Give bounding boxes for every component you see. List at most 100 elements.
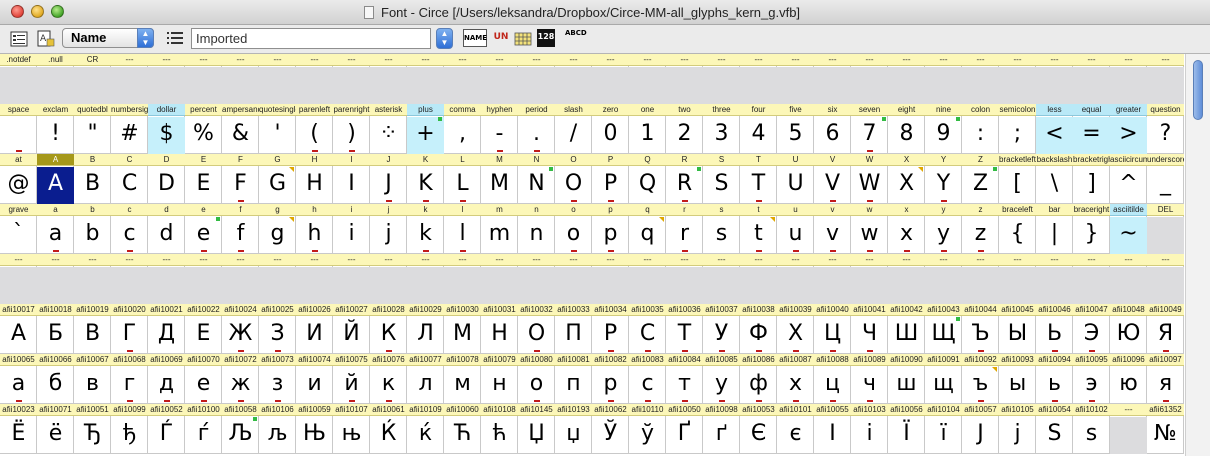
glyph-cell[interactable]: afii10059 Њ: [296, 404, 333, 454]
glyph-cell[interactable]: ll: [444, 204, 481, 254]
glyph-cell[interactable]: afii10019 В: [74, 304, 111, 354]
glyph-cell[interactable]: afii10103 і: [851, 404, 888, 454]
glyph-cell[interactable]: afii10086 ф: [740, 354, 777, 404]
glyph-cell[interactable]: afii10060 Ћ: [444, 404, 481, 454]
glyph-cell[interactable]: afii10106 љ: [259, 404, 296, 454]
glyph-cell[interactable]: afii10035 С: [629, 304, 666, 354]
glyph-cell[interactable]: ---: [740, 54, 777, 104]
glyph-cell[interactable]: asciitilde ~: [1110, 204, 1147, 254]
glyph-cell[interactable]: slash /: [555, 104, 592, 154]
glyph-cell[interactable]: ---: [851, 254, 888, 304]
glyph-cell[interactable]: colon:: [962, 104, 999, 154]
glyph-cell[interactable]: afii10076 к: [370, 354, 407, 404]
glyph-cell[interactable]: ---: [259, 54, 296, 104]
glyph-cell[interactable]: TT: [740, 154, 777, 204]
glyph-cell[interactable]: ---: [111, 54, 148, 104]
glyph-cell[interactable]: ---: [518, 54, 555, 104]
glyph-cell[interactable]: ---: [481, 254, 518, 304]
glyph-cell[interactable]: ---: [592, 54, 629, 104]
glyph-cell[interactable]: ---: [888, 54, 925, 104]
glyph-cell[interactable]: afii10077 л: [407, 354, 444, 404]
glyph-cell[interactable]: UU: [777, 154, 814, 204]
glyph-cell[interactable]: afii10061 Ќ: [370, 404, 407, 454]
glyph-cell[interactable]: exclam!: [37, 104, 74, 154]
view-index-button[interactable]: 128: [537, 29, 555, 47]
glyph-cell[interactable]: hyphen -: [481, 104, 518, 154]
glyph-cell[interactable]: afii10024 Ж: [222, 304, 259, 354]
glyph-cell[interactable]: afii10101 є: [777, 404, 814, 454]
glyph-cell[interactable]: ---: [777, 254, 814, 304]
glyph-cell[interactable]: ---: [74, 254, 111, 304]
glyph-cell[interactable]: ---: [703, 54, 740, 104]
glyph-cell[interactable]: backslash \: [1036, 154, 1073, 204]
glyph-cell[interactable]: oo: [555, 204, 592, 254]
zoom-window-button[interactable]: [51, 5, 64, 18]
glyph-cell[interactable]: underscore _: [1147, 154, 1184, 204]
glyph-cell[interactable]: MM: [481, 154, 518, 204]
glyph-cell[interactable]: ---: [296, 54, 333, 104]
glyph-cell[interactable]: afii10098 ґ: [703, 404, 740, 454]
glyph-cell[interactable]: ---: [444, 54, 481, 104]
pattern-select-stepper[interactable]: ▲ ▼: [436, 28, 453, 49]
glyph-cell[interactable]: ---: [1110, 254, 1147, 304]
glyph-cell[interactable]: ---: [555, 254, 592, 304]
glyph-cell[interactable]: ---: [481, 54, 518, 104]
glyph-cell[interactable]: ii: [333, 204, 370, 254]
glyph-cell[interactable]: ---: [1110, 54, 1147, 104]
glyph-cell[interactable]: eight 8: [888, 104, 925, 154]
glyph-cell[interactable]: afii10102 ѕ: [1073, 404, 1110, 454]
glyph-cell[interactable]: afii10029 Л: [407, 304, 444, 354]
glyph-cell[interactable]: gg: [259, 204, 296, 254]
glyph-cell[interactable]: ---: [1147, 254, 1184, 304]
view-unicode-button[interactable]: UN: [491, 29, 511, 47]
glyph-cell[interactable]: ---: [629, 254, 666, 304]
glyph-cell[interactable]: bar |: [1036, 204, 1073, 254]
glyph-cell[interactable]: greater >: [1110, 104, 1147, 154]
glyph-cell[interactable]: nine 9: [925, 104, 962, 154]
glyph-cell[interactable]: afii10069 д: [148, 354, 185, 404]
glyph-cell[interactable]: ---: [222, 54, 259, 104]
glyph-cell[interactable]: ---: [185, 54, 222, 104]
glyph-cell[interactable]: afii10039 Х: [777, 304, 814, 354]
close-window-button[interactable]: [11, 5, 24, 18]
glyph-cell[interactable]: question?: [1147, 104, 1184, 154]
glyph-cell[interactable]: qq: [629, 204, 666, 254]
glyph-cell[interactable]: afii10053 Є: [740, 404, 777, 454]
glyph-cell[interactable]: afii10043 Щ: [925, 304, 962, 354]
glyph-cell[interactable]: ---: [1036, 254, 1073, 304]
glyph-cell[interactable]: BB: [74, 154, 111, 204]
glyph-cell[interactable]: afii10025 З: [259, 304, 296, 354]
glyph-cell[interactable]: ---: [925, 54, 962, 104]
glyph-cell[interactable]: semicolon;: [999, 104, 1036, 154]
glyph-cell[interactable]: afii10099 ђ: [111, 404, 148, 454]
glyph-cell[interactable]: jj: [370, 204, 407, 254]
glyph-cell[interactable]: afii10089 ч: [851, 354, 888, 404]
glyph-cell[interactable]: one 1: [629, 104, 666, 154]
glyph-cell[interactable]: ---: [555, 54, 592, 104]
glyph-cell[interactable]: ---: [592, 254, 629, 304]
glyph-cell[interactable]: afii10109 ќ: [407, 404, 444, 454]
glyph-cell[interactable]: zero 0: [592, 104, 629, 154]
glyph-cell[interactable]: parenleft (: [296, 104, 333, 154]
glyph-cell[interactable]: ---: [629, 54, 666, 104]
glyph-cell[interactable]: cc: [111, 204, 148, 254]
glyph-cell[interactable]: afii10031 Н: [481, 304, 518, 354]
glyph-cell[interactable]: afii10052 Ѓ: [148, 404, 185, 454]
glyph-cell[interactable]: afii10092 ъ: [962, 354, 999, 404]
glyph-cell[interactable]: ---: [333, 54, 370, 104]
glyph-cell[interactable]: QQ: [629, 154, 666, 204]
glyph-cell[interactable]: afii10094 ь: [1036, 354, 1073, 404]
glyph-cell[interactable]: ---: [962, 54, 999, 104]
scrollbar-thumb[interactable]: [1193, 60, 1203, 120]
glyph-cell[interactable]: afii10075 й: [333, 354, 370, 404]
glyph-cell[interactable]: afii10104 ї: [925, 404, 962, 454]
glyph-cell[interactable]: ---: [185, 254, 222, 304]
glyph-cell[interactable]: ---: [370, 254, 407, 304]
filter-list-icon[interactable]: [166, 30, 184, 48]
glyph-cell[interactable]: afii10091 щ: [925, 354, 962, 404]
glyph-cell[interactable]: ---: [888, 254, 925, 304]
glyph-cell[interactable]: ---: [666, 54, 703, 104]
glyph-cell[interactable]: LL: [444, 154, 481, 204]
glyph-cell[interactable]: afii10070 е: [185, 354, 222, 404]
glyph-cell[interactable]: braceright}: [1073, 204, 1110, 254]
